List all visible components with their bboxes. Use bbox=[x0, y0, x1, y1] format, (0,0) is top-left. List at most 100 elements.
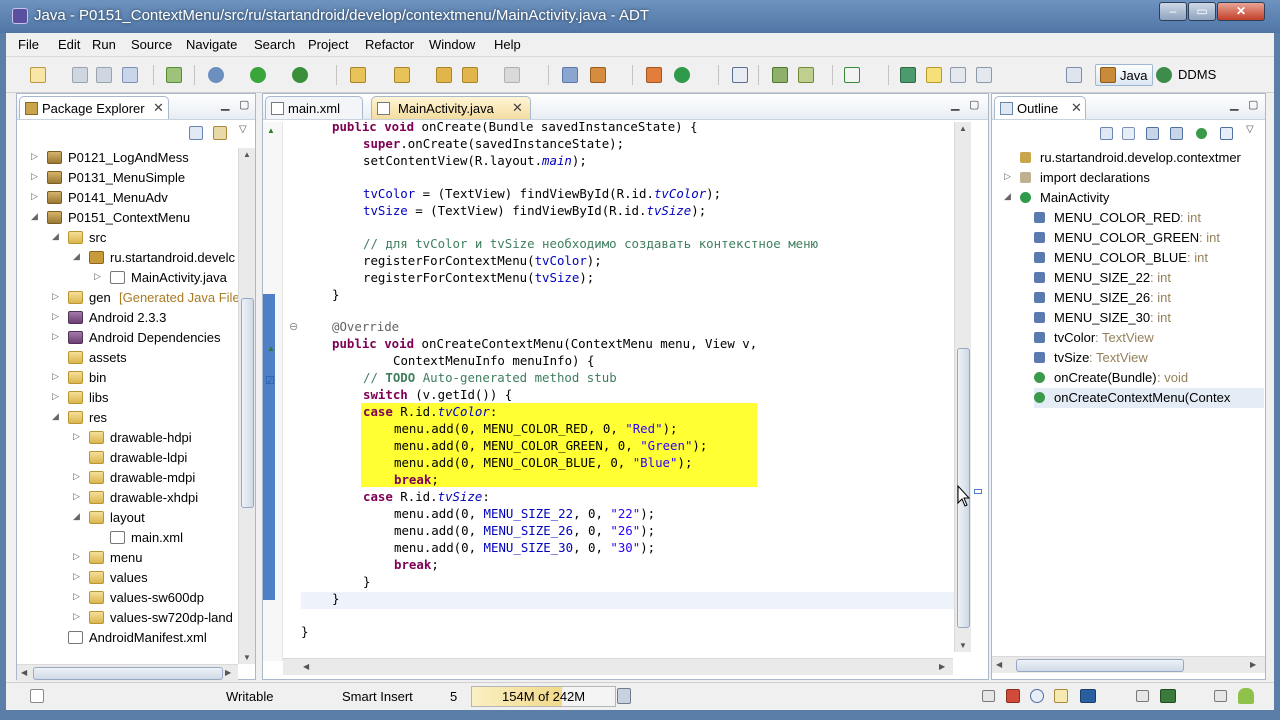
close-tab-icon[interactable]: ✕ bbox=[512, 100, 523, 116]
minimize-button[interactable]: – bbox=[1159, 2, 1187, 21]
expand-arrow-icon[interactable]: ▷ bbox=[31, 171, 38, 182]
restore-icon[interactable] bbox=[1214, 690, 1227, 702]
ddms-perspective-label[interactable]: DDMS bbox=[1178, 67, 1216, 82]
hide-static-icon[interactable] bbox=[1170, 127, 1183, 140]
android-lint-icon[interactable] bbox=[674, 67, 690, 83]
pin-editor-icon[interactable] bbox=[900, 67, 916, 83]
forward-nav-icon[interactable] bbox=[504, 67, 520, 83]
maximize-view-icon[interactable]: ▢ bbox=[239, 98, 249, 111]
expand-arrow-icon[interactable]: ▷ bbox=[52, 291, 59, 302]
editor-vscroll[interactable]: ▲ ▼ bbox=[954, 122, 971, 652]
package-explorer-vthumb[interactable] bbox=[241, 298, 254, 508]
save-icon[interactable] bbox=[72, 67, 88, 83]
tab-main-xml[interactable]: main.xml bbox=[265, 96, 363, 119]
overview-marker[interactable] bbox=[974, 489, 982, 494]
maximize-editor-icon[interactable]: ▢ bbox=[969, 98, 979, 111]
debug-icon[interactable] bbox=[208, 67, 224, 83]
devices-icon[interactable] bbox=[1160, 689, 1176, 703]
open-type-icon[interactable] bbox=[350, 67, 366, 83]
prev-edit-icon[interactable] bbox=[462, 67, 478, 83]
maximize-button[interactable]: ▭ bbox=[1188, 2, 1216, 21]
view-menu-icon[interactable]: ▽ bbox=[1246, 124, 1254, 135]
menu-file[interactable]: File bbox=[18, 37, 39, 52]
close-window-button[interactable]: ✕ bbox=[1217, 2, 1265, 21]
expand-arrow-icon[interactable]: ◢ bbox=[73, 511, 80, 522]
outline-hscroll[interactable]: ◀ ▶ bbox=[992, 656, 1265, 673]
editor-hscroll[interactable]: ◀ ▶ bbox=[283, 658, 953, 675]
sort-icon[interactable] bbox=[1122, 127, 1135, 140]
hide-local-types-icon[interactable] bbox=[1220, 127, 1233, 140]
code-editor[interactable]: ⊖ public void onCreate(Bundle savedInsta… bbox=[283, 122, 970, 661]
task-marker-icon[interactable]: ☑ bbox=[265, 374, 275, 387]
expand-arrow-icon[interactable]: ◢ bbox=[52, 231, 59, 242]
print-icon[interactable] bbox=[122, 67, 138, 83]
android-icon[interactable] bbox=[1238, 688, 1254, 704]
outline-tab[interactable]: Outline ✕ bbox=[994, 96, 1086, 119]
back-nav-icon[interactable] bbox=[436, 67, 452, 83]
expand-arrow-icon[interactable]: ▷ bbox=[31, 191, 38, 202]
expand-arrow-icon[interactable]: ▷ bbox=[73, 591, 80, 602]
expand-arrow-icon[interactable]: ▷ bbox=[52, 391, 59, 402]
collapse-all-icon[interactable] bbox=[189, 126, 203, 140]
minimize-editor-icon[interactable]: ▁ bbox=[951, 98, 959, 111]
hide-nonpublic-icon[interactable] bbox=[1196, 128, 1207, 139]
declaration-icon[interactable] bbox=[1054, 689, 1068, 703]
expand-arrow-icon[interactable]: ▷ bbox=[73, 571, 80, 582]
override-marker-icon[interactable]: ▲ bbox=[267, 126, 275, 135]
expand-arrow-icon[interactable]: ◢ bbox=[73, 251, 80, 262]
show-whitespace-icon[interactable] bbox=[976, 67, 992, 83]
expand-arrow-icon[interactable]: ▷ bbox=[73, 471, 80, 482]
fast-view-icon[interactable] bbox=[30, 689, 44, 703]
package-explorer-hscroll[interactable]: ◀ ▶ bbox=[17, 664, 238, 681]
package-explorer-vscroll[interactable]: ▲ ▼ bbox=[238, 148, 255, 664]
package-explorer-tab[interactable]: Package Explorer ✕ bbox=[19, 96, 169, 119]
menu-help[interactable]: Help bbox=[494, 37, 521, 52]
override-marker-icon[interactable]: ▲ bbox=[267, 344, 275, 353]
mark-occurrences-icon[interactable] bbox=[926, 67, 942, 83]
android-device-icon[interactable] bbox=[772, 67, 788, 83]
expand-arrow-icon[interactable]: ▷ bbox=[94, 271, 101, 282]
link-with-editor-icon[interactable] bbox=[213, 126, 227, 140]
open-project-icon[interactable] bbox=[562, 67, 578, 83]
minimize-view-icon[interactable]: ▁ bbox=[1230, 98, 1238, 111]
new-android-project-icon[interactable] bbox=[646, 67, 662, 83]
new-icon[interactable] bbox=[30, 67, 46, 83]
build-icon[interactable] bbox=[590, 67, 606, 83]
ddms-perspective-icon[interactable] bbox=[1156, 67, 1172, 83]
close-icon[interactable]: ✕ bbox=[1071, 100, 1082, 116]
expand-arrow-icon[interactable]: ▷ bbox=[73, 551, 80, 562]
menu-refactor[interactable]: Refactor bbox=[365, 37, 414, 52]
menu-source[interactable]: Source bbox=[131, 37, 172, 52]
fold-icon[interactable]: ⊖ bbox=[289, 320, 298, 333]
console-icon[interactable] bbox=[1080, 689, 1096, 703]
expand-arrow-icon[interactable]: ▷ bbox=[52, 331, 59, 342]
close-icon[interactable]: ✕ bbox=[153, 100, 164, 116]
menu-project[interactable]: Project bbox=[308, 37, 348, 52]
minimize-view-icon[interactable]: ▁ bbox=[221, 98, 229, 111]
expand-arrow-icon[interactable]: ▷ bbox=[73, 431, 80, 442]
menu-window[interactable]: Window bbox=[429, 37, 475, 52]
avd-manager-icon[interactable] bbox=[798, 67, 814, 83]
expand-arrow-icon[interactable]: ▷ bbox=[52, 311, 59, 322]
android-sdk-icon[interactable] bbox=[166, 67, 182, 83]
open-task-icon[interactable] bbox=[394, 67, 410, 83]
toggle-breakpoint-icon[interactable] bbox=[732, 67, 748, 83]
maximize-view-icon[interactable]: ▢ bbox=[1248, 98, 1258, 111]
outline-item[interactable]: onCreateContextMenu(Contex bbox=[1034, 388, 1264, 408]
garbage-collect-icon[interactable] bbox=[617, 688, 631, 704]
expand-arrow-icon[interactable]: ◢ bbox=[52, 411, 59, 422]
package-explorer-hthumb[interactable] bbox=[33, 667, 223, 680]
restore-icon[interactable] bbox=[1136, 690, 1149, 702]
java-perspective-button[interactable]: Java bbox=[1095, 64, 1153, 86]
javadoc-icon[interactable] bbox=[1030, 689, 1044, 703]
menu-navigate[interactable]: Navigate bbox=[186, 37, 237, 52]
tab-mainactivity-java[interactable]: MainActivity.java ✕ bbox=[371, 96, 531, 119]
expand-arrow-icon[interactable]: ◢ bbox=[1004, 191, 1011, 202]
view-menu-icon[interactable]: ▽ bbox=[239, 124, 247, 135]
menu-run[interactable]: Run bbox=[92, 37, 116, 52]
task-check-icon[interactable] bbox=[844, 67, 860, 83]
collapse-all-icon[interactable] bbox=[1100, 127, 1113, 140]
run-icon[interactable] bbox=[250, 67, 266, 83]
block-selection-icon[interactable] bbox=[950, 67, 966, 83]
expand-arrow-icon[interactable]: ▷ bbox=[1004, 171, 1011, 182]
